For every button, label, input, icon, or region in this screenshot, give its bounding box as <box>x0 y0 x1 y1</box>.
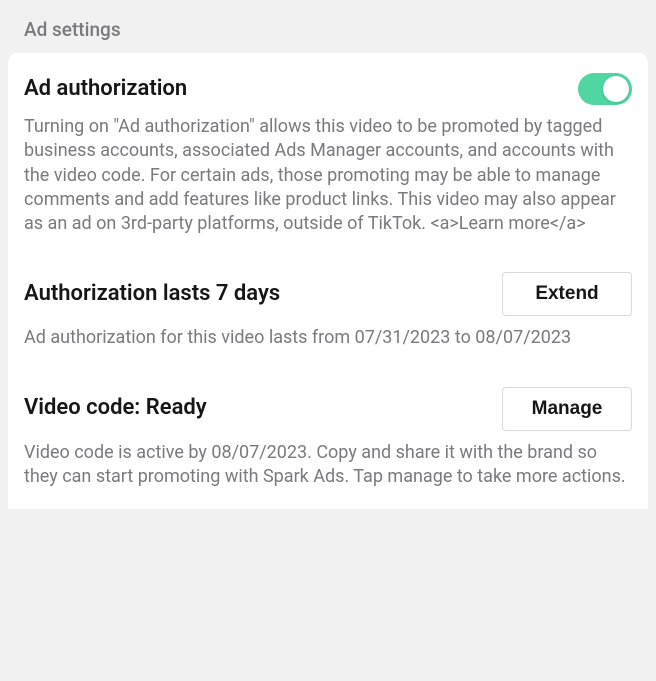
video-code-section: Video code: Ready Manage Video code is a… <box>24 387 632 490</box>
ad-authorization-toggle[interactable] <box>578 73 632 105</box>
authorization-duration-section: Authorization lasts 7 days Extend Ad aut… <box>24 272 632 350</box>
toggle-knob <box>603 76 629 102</box>
video-code-title: Video code: Ready <box>24 394 207 423</box>
ad-authorization-title: Ad authorization <box>24 75 187 104</box>
extend-button[interactable]: Extend <box>502 272 632 316</box>
ad-authorization-section: Ad authorization Turning on "Ad authoriz… <box>24 73 632 236</box>
ad-authorization-description: Turning on "Ad authorization" allows thi… <box>24 115 632 236</box>
manage-button[interactable]: Manage <box>502 387 632 431</box>
learn-more-link[interactable]: <a>Learn more</a> <box>430 213 585 234</box>
authorization-duration-description: Ad authorization for this video lasts fr… <box>24 326 632 350</box>
settings-card: Ad authorization Turning on "Ad authoriz… <box>8 53 648 509</box>
page-title: Ad settings <box>0 0 656 53</box>
video-code-description: Video code is active by 08/07/2023. Copy… <box>24 441 632 490</box>
authorization-duration-title: Authorization lasts 7 days <box>24 280 280 309</box>
